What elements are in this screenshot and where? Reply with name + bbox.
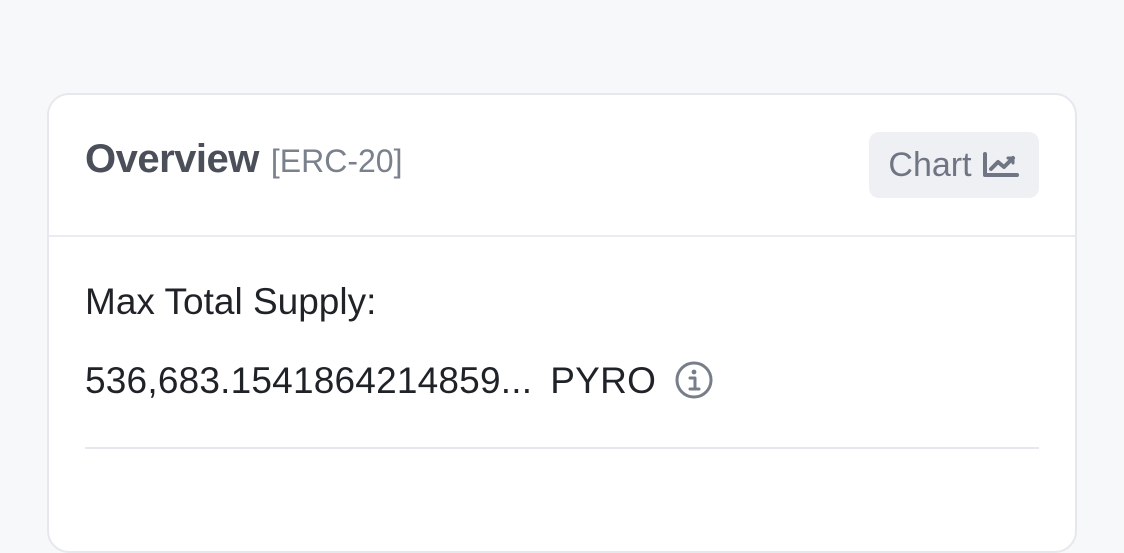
chart-button[interactable]: Chart bbox=[869, 132, 1039, 198]
max-total-supply-label: Max Total Supply: bbox=[85, 281, 377, 322]
token-standard: [ERC-20] bbox=[270, 143, 403, 179]
section-divider bbox=[85, 447, 1039, 449]
page-title: Overview bbox=[85, 137, 259, 181]
token-symbol: PYRO bbox=[550, 359, 657, 401]
supply-amount: 536,683.1541864214859... bbox=[85, 359, 533, 401]
max-total-supply-value: 536,683.1541864214859... PYRO bbox=[85, 360, 714, 400]
title-wrap: Overview [ERC-20] bbox=[85, 139, 402, 179]
chart-button-label: Chart bbox=[888, 145, 972, 184]
chart-line-icon bbox=[982, 151, 1020, 179]
info-icon[interactable] bbox=[674, 360, 714, 400]
card-header: Overview [ERC-20] Chart bbox=[49, 95, 1075, 237]
overview-card: Overview [ERC-20] Chart Max Total Supply… bbox=[47, 93, 1077, 553]
clipped-next-row bbox=[85, 494, 1045, 506]
